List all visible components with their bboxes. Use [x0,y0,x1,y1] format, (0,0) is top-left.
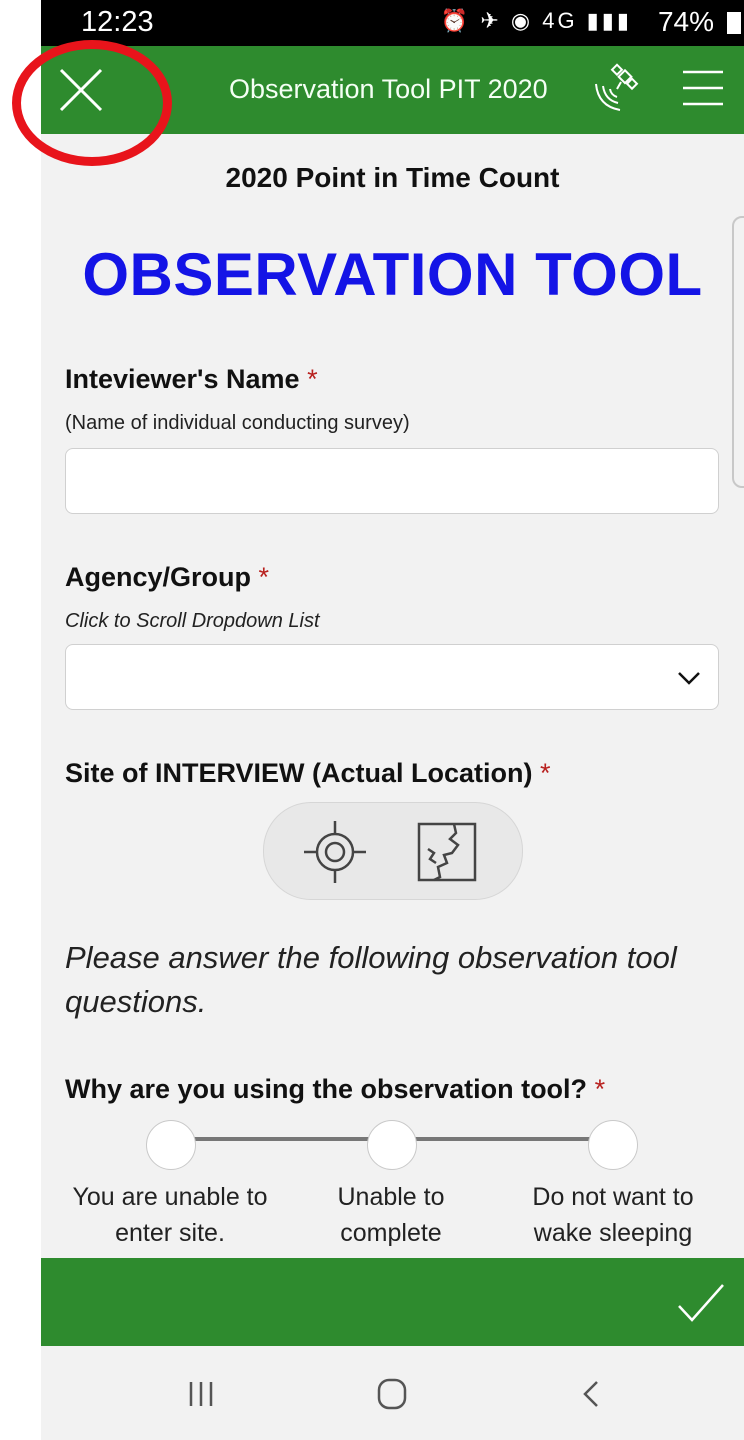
required-mark: * [307,364,318,394]
site-of-interview-label: Site of INTERVIEW (Actual Location) * [65,758,551,789]
interviewer-name-label: Inteviewer's Name * [65,364,318,395]
likert-option-3-radio[interactable] [588,1120,638,1170]
likert-option-1-label[interactable]: You are unable to enter site. [60,1179,280,1251]
scroll-indicator[interactable] [732,216,744,488]
required-mark: * [594,1074,606,1104]
menu-icon[interactable] [681,68,725,108]
phone-screen: 12:23 ⏰ ✈ ◉ 4G ▮▮▮ 74% Observation Tool … [41,0,744,1440]
interviewer-name-input[interactable] [65,448,719,514]
likert-option-2-radio[interactable] [367,1120,417,1170]
question-label: Why are you using the observation tool? … [65,1074,605,1105]
battery-level: 74% [657,6,714,37]
required-mark: * [258,562,270,592]
question-label-text: Why are you using the observation tool? [65,1074,588,1104]
status-time: 12:23 [81,6,154,38]
app-title: Observation Tool PIT 2020 [229,74,548,104]
interviewer-name-hint: (Name of individual conducting survey) [65,412,410,434]
form-subtitle: 2020 Point in Time Count [225,162,560,193]
battery-icon [727,12,741,34]
recent-apps-icon[interactable] [183,1376,219,1412]
check-icon[interactable] [676,1280,726,1326]
map-icon[interactable] [414,819,480,885]
gps-satellite-icon[interactable] [588,62,648,118]
agency-group-dropdown[interactable] [65,644,719,710]
chevron-down-icon [678,672,700,685]
home-icon[interactable] [374,1376,410,1412]
form-title: OBSERVATION TOOL [82,241,703,308]
footer-bar [41,1258,744,1346]
site-of-interview-label-text: Site of INTERVIEW (Actual Location) [65,758,533,788]
agency-group-label: Agency/Group * [65,562,269,593]
agency-group-hint: Click to Scroll Dropdown List [65,610,320,632]
highlight-circle-annotation [12,40,172,166]
likert-option-2-label[interactable]: Unable to complete [306,1179,476,1251]
status-bar: 12:23 ⏰ ✈ ◉ 4G ▮▮▮ 74% [41,0,744,46]
form-content: 2020 Point in Time Count OBSERVATION TOO… [41,134,744,1258]
location-target-icon[interactable] [302,819,368,885]
system-nav-bar [41,1346,744,1440]
agency-group-label-text: Agency/Group [65,562,252,592]
back-icon[interactable] [573,1376,609,1412]
status-icons: ⏰ ✈ ◉ 4G ▮▮▮ [440,8,632,33]
interviewer-name-label-text: Inteviewer's Name [65,364,300,394]
geopoint-controls [263,802,523,900]
likert-option-3-label[interactable]: Do not want to wake sleeping [506,1179,720,1251]
required-mark: * [540,758,551,788]
likert-option-1-radio[interactable] [146,1120,196,1170]
intro-text: Please answer the following observation … [65,940,677,1019]
